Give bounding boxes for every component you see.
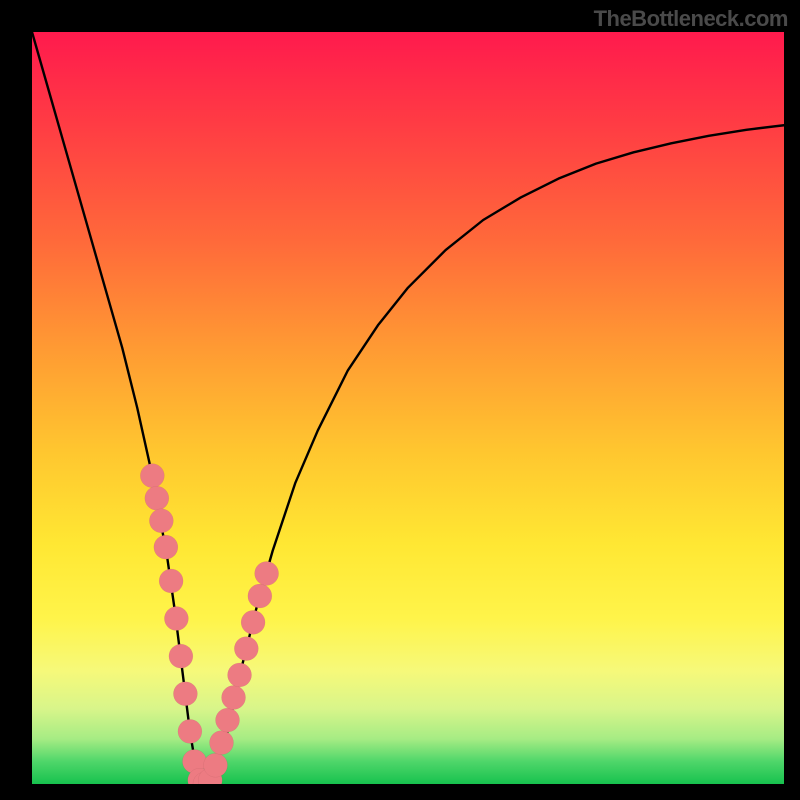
sample-dot bbox=[228, 663, 252, 687]
plot-area bbox=[32, 32, 784, 784]
sample-dots bbox=[140, 464, 278, 784]
sample-dot bbox=[241, 610, 265, 634]
sample-dot bbox=[169, 644, 193, 668]
sample-dot bbox=[178, 719, 202, 743]
sample-dot bbox=[154, 535, 178, 559]
sample-dot bbox=[203, 753, 227, 777]
sample-dot bbox=[164, 607, 188, 631]
sample-dot bbox=[159, 569, 183, 593]
bottleneck-curve bbox=[32, 32, 784, 784]
sample-dot bbox=[248, 584, 272, 608]
sample-dot bbox=[173, 682, 197, 706]
sample-dot bbox=[216, 708, 240, 732]
sample-dot bbox=[222, 686, 246, 710]
sample-dot bbox=[255, 561, 279, 585]
chart-frame: TheBottleneck.com bbox=[0, 0, 800, 800]
sample-dot bbox=[140, 464, 164, 488]
sample-dot bbox=[145, 486, 169, 510]
sample-dot bbox=[210, 731, 234, 755]
site-watermark: TheBottleneck.com bbox=[594, 6, 788, 32]
sample-dot bbox=[234, 637, 258, 661]
curve-layer bbox=[32, 32, 784, 784]
sample-dot bbox=[149, 509, 173, 533]
